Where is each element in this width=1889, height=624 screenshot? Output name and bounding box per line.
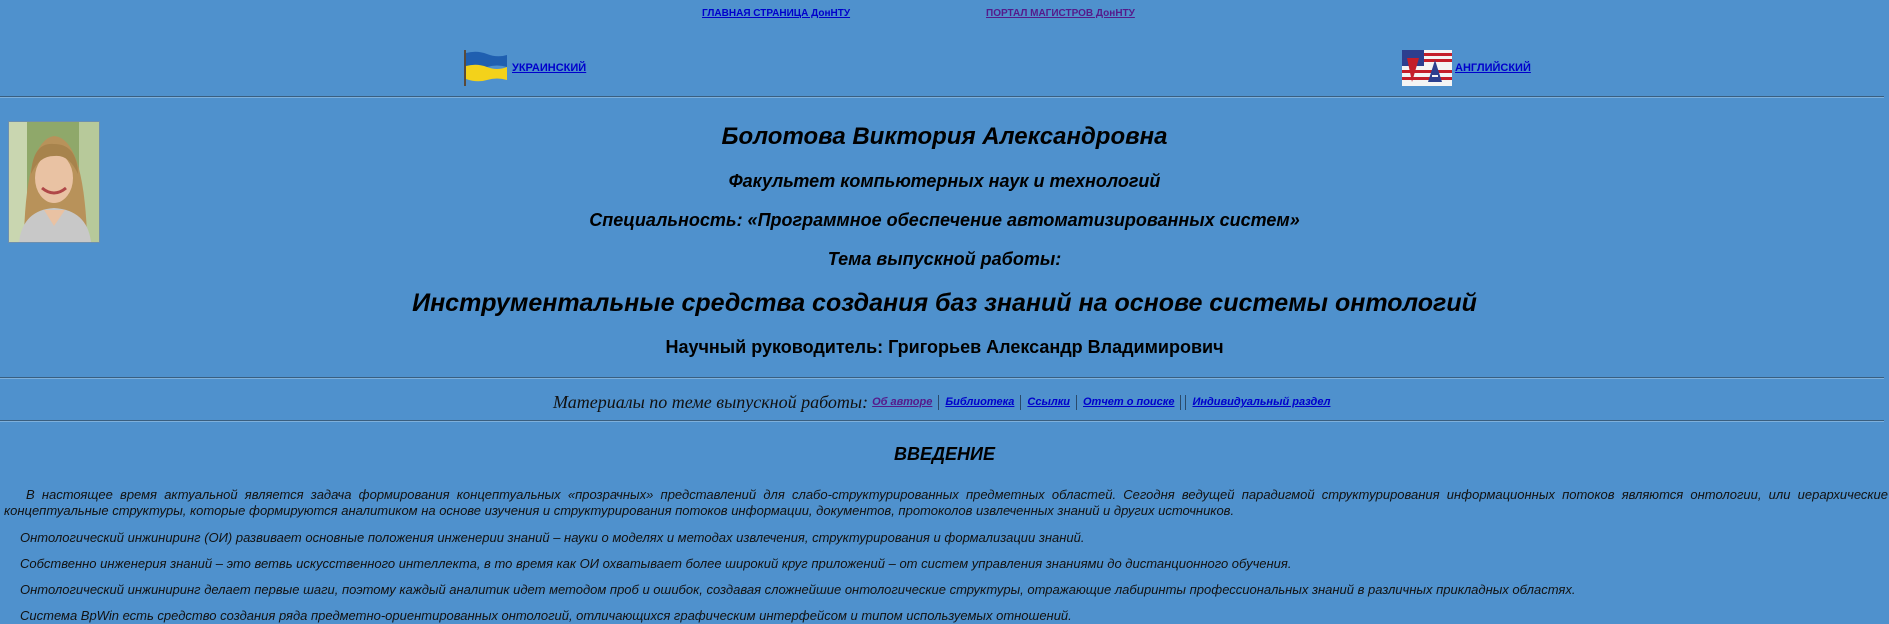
intro-paragraph: Онтологический инжиниринг (ОИ) развивает… [20, 530, 1085, 545]
intro-paragraph: Онтологический инжиниринг делает первые … [20, 582, 1576, 597]
separator [938, 394, 940, 410]
divider [0, 420, 1884, 422]
intro-title: ВВЕДЕНИЕ [894, 444, 995, 464]
intro-paragraph: В настоящее время актуальной является за… [4, 487, 1888, 518]
about-author-link[interactable]: Об авторе [872, 396, 932, 408]
theme-label: Тема выпускной работы: [827, 249, 1062, 269]
divider [0, 377, 1884, 379]
top-navigation: ГЛАВНАЯ СТРАНИЦА ДонНТУ ПОРТАЛ МАГИСТРОВ… [0, 8, 1889, 22]
separator [1076, 394, 1077, 410]
individual-section-link[interactable]: Индивидуальный раздел [1192, 396, 1330, 408]
english-language-switch[interactable]: АНГЛИЙСКИЙ [1402, 50, 1531, 86]
main-page-link[interactable]: ГЛАВНАЯ СТРАНИЦА ДонНТУ [702, 8, 850, 19]
faculty: Факультет компьютерных наук и технологий [728, 171, 1161, 191]
supervisor: Научный руководитель: Григорьев Александ… [665, 337, 1224, 357]
ukraine-flag-icon [464, 50, 507, 86]
masters-portal-link[interactable]: ПОРТАЛ МАГИСТРОВ ДонНТУ [986, 8, 1135, 19]
search-report-link[interactable]: Отчет о поиске [1083, 396, 1174, 408]
english-link[interactable]: АНГЛИЙСКИЙ [1455, 62, 1531, 74]
page: ГЛАВНАЯ СТРАНИЦА ДонНТУ ПОРТАЛ МАГИСТРОВ… [0, 0, 1889, 624]
divider [0, 96, 1884, 98]
materials-label: Материалы по теме выпускной работы: [553, 391, 869, 412]
ukrainian-link[interactable]: УКРАИНСКИЙ [512, 62, 586, 74]
usa-flag-icon [1402, 50, 1452, 86]
separator [1020, 394, 1022, 410]
theme-title: Инструментальные средства создания баз з… [412, 289, 1477, 317]
author-name: Болотова Виктория Александровна [721, 123, 1168, 150]
intro-paragraph: Собственно инженерия знаний – это ветвь … [20, 556, 1292, 571]
materials-bar: Материалы по теме выпускной работы: Об а… [553, 392, 1334, 412]
library-link[interactable]: Библиотека [945, 396, 1014, 408]
links-link[interactable]: Ссылки [1027, 396, 1070, 408]
separator [1180, 394, 1182, 410]
intro-paragraph: Система BpWin есть средство создания ряд… [20, 608, 1072, 623]
speciality: Специальность: «Программное обеспечение … [589, 210, 1300, 230]
ukrainian-language-switch[interactable]: УКРАИНСКИЙ [463, 50, 586, 86]
separator [1185, 394, 1187, 410]
